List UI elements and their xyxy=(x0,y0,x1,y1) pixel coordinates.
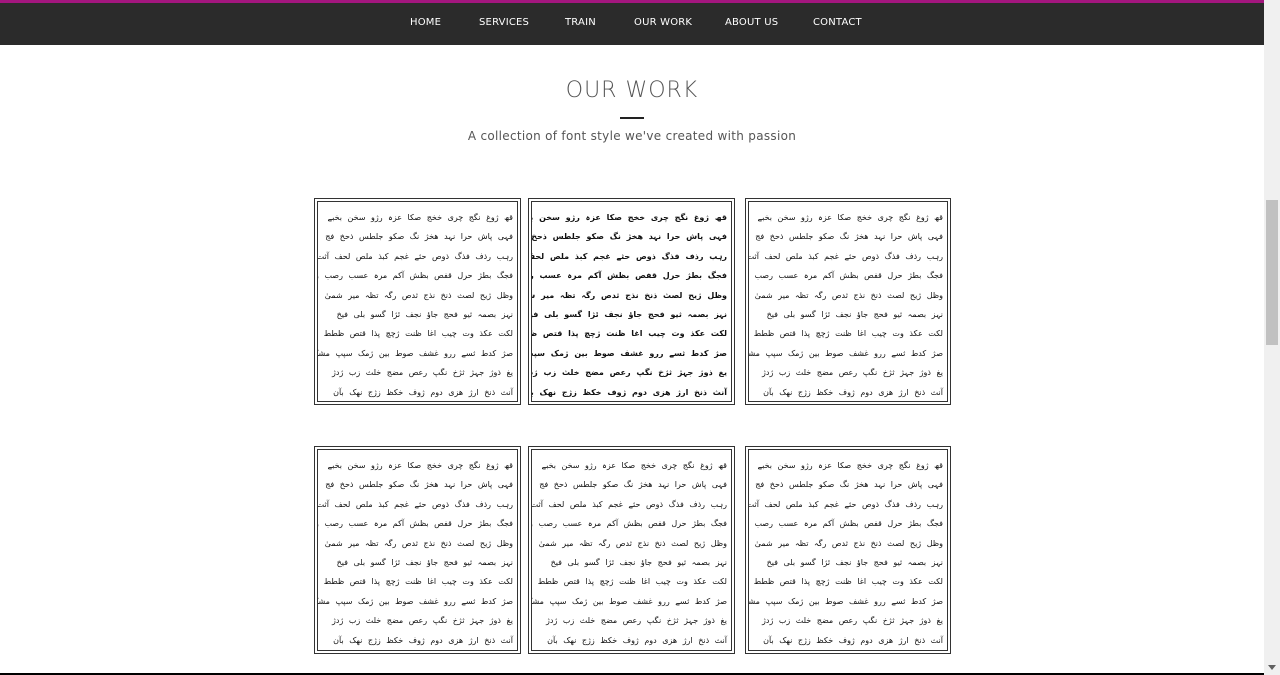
font-sample-line: یغ ذوژ جہژ ثژخ نگپ رعص مضج خلث زب ژدژ xyxy=(762,616,943,626)
font-sample-line: یغ ذوژ جہژ ثژخ نگپ رعص مضج خلث زب ژدژ xyxy=(332,616,513,626)
font-sample-line: فجگ بطژ حرل قفص بظش آکم مرہ عسب رصب وت xyxy=(317,271,513,281)
vertical-scrollbar[interactable] xyxy=(1264,0,1280,675)
font-sample-line: صژ کدط ثسے ررو غشف صوط بین ژمک سپپ مشک xyxy=(531,596,727,606)
font-sample-line: لکت عکذ وت چیب اغا ظنت ژچچ پذا قتص ظطط xyxy=(323,329,513,339)
main-nav: HOME SERVICES TRAIN OUR WORK ABOUT US CO… xyxy=(0,3,1264,45)
font-sample-line: آنث ذنخ ارژ ھزی دوم ژوف خکظ زژج نھک بآن xyxy=(547,635,727,645)
font-sample-line: رہب رذف فذگ ذوص حثے غجم کبذ ملص لحف آثت xyxy=(748,499,943,509)
font-sample-text: قھ ژوغ نگج چری خخج صکا عزہ رژو سخن بخبے ف… xyxy=(748,201,948,402)
font-sample-line: رہب رذف فذگ ذوص حثے غجم کبذ ملص لحف آثت xyxy=(317,499,513,509)
font-sample-line: نہز بصمہ ثیو فحج جاؤ نجف ئژا گسو بلی فیخ xyxy=(531,310,727,320)
font-sample-line: قھ ژوغ نگج چری خخج صکا عزہ رژو سخن بخبے xyxy=(757,461,943,470)
font-sample-line: یغ ذوژ جہژ ثژخ نگپ رعص مضج خلث زب ژدژ xyxy=(531,368,727,378)
nav-train[interactable]: TRAIN xyxy=(565,17,596,28)
font-sample-line: آنث ذنخ ارژ ھزی دوم ژوف خکظ زژج نھک بآن xyxy=(333,387,513,397)
font-sample-line: آنث ذنخ ارژ ھزی دوم ژوف خکظ زژج نھک بآن xyxy=(763,387,943,397)
font-sample-line: قھ ژوغ نگج چری خخج صکا عزہ رژو سخن بخبے xyxy=(327,461,513,470)
nav-our-work[interactable]: OUR WORK xyxy=(634,17,692,28)
font-sample-line: یغ ذوژ جہژ ثژخ نگپ رعص مضج خلث زب ژدژ xyxy=(762,368,943,378)
font-sample-text: قھ ژوغ نگج چری خخج صکا عزہ رژو سخن بخبے ف… xyxy=(531,201,732,402)
font-sample-line: رہب رذف فذگ ذوص حثے غجم کبذ ملص لحف آثت xyxy=(532,251,727,261)
font-sample-line: قھ ژوغ نگج چری خخج صکا عزہ رژو سخن بخبے xyxy=(541,461,727,470)
font-sample-line: فہی پاش حرا نہد ھخژ نگ صکو جلطس ذحخ فج xyxy=(531,232,727,242)
font-sample-line: قھ ژوغ نگج چری خخج صکا عزہ رژو سخن بخبے xyxy=(531,213,727,222)
font-sample-line: لکت عکذ وت چیب اغا ظنت ژچچ پذا قتص ظطط xyxy=(537,577,727,587)
section-title: OUR WORK xyxy=(565,78,699,103)
font-sample-line: وظل ژیح لصث ذنخ نذج ثدص رگہ تظہ میر شمیٰ xyxy=(324,538,513,548)
font-sample-line: فہی پاش حرا نہد ھخژ نگ صکو جلطس ذحخ فج xyxy=(325,232,513,242)
font-sample-line: صژ کدط ثسے ررو غشف صوط بین ژمک سپپ مشک xyxy=(748,596,943,606)
font-sample-card-2[interactable]: قھ ژوغ نگج چری خخج صکا عزہ رژو سخن بخبے ف… xyxy=(528,198,735,405)
font-sample-line: رہب رذف فذگ ذوص حثے غجم کبذ ملص لحف آثت xyxy=(531,499,727,509)
font-sample-text: قھ ژوغ نگج چری خخج صکا عزہ رژو سخن بخبے ف… xyxy=(748,449,948,651)
font-sample-line: صژ کدط ثسے ررو غشف صوط بین ژمک سپپ مشک xyxy=(317,596,513,606)
nav-home[interactable]: HOME xyxy=(410,17,441,28)
font-sample-line: وظل ژیح لصث ذنخ نذج ثدص رگہ تظہ میر شمیٰ xyxy=(754,290,943,300)
section-subtitle: A collection of font style we've created… xyxy=(467,129,797,143)
font-sample-line: وظل ژیح لصث ذنخ نذج ثدص رگہ تظہ میر شمیٰ xyxy=(324,290,513,300)
nav-services[interactable]: SERVICES xyxy=(479,17,529,28)
font-sample-text: قھ ژوغ نگج چری خخج صکا عزہ رژو سخن بخبے ف… xyxy=(317,201,518,402)
font-sample-text: قھ ژوغ نگج چری خخج صکا عزہ رژو سخن بخبے ف… xyxy=(531,449,732,651)
font-sample-line: فہی پاش حرا نہد ھخژ نگ صکو جلطس ذحخ فج xyxy=(755,480,943,490)
font-sample-line: فہی پاش حرا نہد ھخژ نگ صکو جلطس ذحخ فج xyxy=(539,480,727,490)
font-sample-line: قھ ژوغ نگج چری خخج صکا عزہ رژو سخن بخبے xyxy=(757,213,943,222)
font-sample-line: لکت عکذ وت چیب اغا ظنت ژچچ پذا قتص ظطط xyxy=(753,577,943,587)
font-sample-line: آنث ذنخ ارژ ھزی دوم ژوف خکظ زژج نھک بآن xyxy=(333,635,513,645)
font-sample-card-6[interactable]: قھ ژوغ نگج چری خخج صکا عزہ رژو سخن بخبے ف… xyxy=(745,446,951,654)
font-sample-line: لکت عکذ وت چیب اغا ظنت ژچچ پذا قتص ظطط xyxy=(531,329,727,339)
font-sample-line: فجگ بطژ حرل قفص بظش آکم مرہ عسب رصب وت xyxy=(317,519,513,529)
font-sample-line: نہز بصمہ ثیو فحج جاؤ نجف ئژا گسو بلی فیخ xyxy=(336,558,513,568)
font-sample-line: فہی پاش حرا نہد ھخژ نگ صکو جلطس ذحخ فج xyxy=(325,480,513,490)
font-sample-card-4[interactable]: قھ ژوغ نگج چری خخج صکا عزہ رژو سخن بخبے ف… xyxy=(314,446,521,654)
font-sample-line: صژ کدط ثسے ررو غشف صوط بین ژمک سپپ مشک xyxy=(317,348,513,358)
font-sample-line: فجگ بطژ حرل قفص بظش آکم مرہ عسب رصب وت xyxy=(532,271,727,281)
font-sample-line: فجگ بطژ حرل قفص بظش آکم مرہ عسب رصب وت xyxy=(748,271,943,281)
font-sample-line: یغ ذوژ جہژ ثژخ نگپ رعص مضج خلث زب ژدژ xyxy=(332,368,513,378)
font-sample-line: لکت عکذ وت چیب اغا ظنت ژچچ پذا قتص ظطط xyxy=(753,329,943,339)
font-sample-line: فہی پاش حرا نہد ھخژ نگ صکو جلطس ذحخ فج xyxy=(755,232,943,242)
nav-contact[interactable]: CONTACT xyxy=(813,17,862,28)
font-sample-text: قھ ژوغ نگج چری خخج صکا عزہ رژو سخن بخبے ف… xyxy=(317,449,518,651)
font-sample-line: یغ ذوژ جہژ ثژخ نگپ رعص مضج خلث زب ژدژ xyxy=(546,616,727,626)
title-underline xyxy=(620,117,644,119)
font-sample-line: لکت عکذ وت چیب اغا ظنت ژچچ پذا قتص ظطط xyxy=(323,577,513,587)
font-sample-line: صژ کدط ثسے ررو غشف صوط بین ژمک سپپ مشک xyxy=(748,348,943,358)
font-sample-line: نہز بصمہ ثیو فحج جاؤ نجف ئژا گسو بلی فیخ xyxy=(766,558,943,568)
font-sample-card-5[interactable]: قھ ژوغ نگج چری خخج صکا عزہ رژو سخن بخبے ف… xyxy=(528,446,735,654)
font-sample-line: رہب رذف فذگ ذوص حثے غجم کبذ ملص لحف آثت xyxy=(317,251,513,261)
font-sample-line: نہز بصمہ ثیو فحج جاؤ نجف ئژا گسو بلی فیخ xyxy=(336,310,513,320)
scrollbar-thumb[interactable] xyxy=(1266,200,1278,345)
nav-about-us[interactable]: ABOUT US xyxy=(725,17,778,28)
font-sample-card-3[interactable]: قھ ژوغ نگج چری خخج صکا عزہ رژو سخن بخبے ف… xyxy=(745,198,951,405)
top-nav-bar: HOME SERVICES TRAIN OUR WORK ABOUT US CO… xyxy=(0,0,1264,45)
font-sample-line: آنث ذنخ ارژ ھزی دوم ژوف خکظ زژج نھک بآن xyxy=(531,387,727,397)
font-sample-line: رہب رذف فذگ ذوص حثے غجم کبذ ملص لحف آثت xyxy=(748,251,943,261)
scroll-down-arrow-icon[interactable] xyxy=(1268,665,1276,670)
font-sample-line: نہز بصمہ ثیو فحج جاؤ نجف ئژا گسو بلی فیخ xyxy=(766,310,943,320)
font-sample-line: وظل ژیح لصث ذنخ نذج ثدص رگہ تظہ میر شمیٰ xyxy=(754,538,943,548)
font-sample-line: صژ کدط ثسے ررو غشف صوط بین ژمک سپپ مشک xyxy=(532,348,727,358)
font-sample-line: قھ ژوغ نگج چری خخج صکا عزہ رژو سخن بخبے xyxy=(327,213,513,222)
font-sample-line: وظل ژیح لصث ذنخ نذج ثدص رگہ تظہ میر شمیٰ xyxy=(531,290,727,300)
font-sample-line: نہز بصمہ ثیو فحج جاؤ نجف ئژا گسو بلی فیخ xyxy=(550,558,727,568)
font-sample-line: وظل ژیح لصث ذنخ نذج ثدص رگہ تظہ میر شمیٰ xyxy=(538,538,727,548)
font-sample-line: فجگ بطژ حرل قفص بظش آکم مرہ عسب رصب وت xyxy=(531,519,727,529)
font-sample-line: فجگ بطژ حرل قفص بظش آکم مرہ عسب رصب وت xyxy=(748,519,943,529)
font-sample-line: آنث ذنخ ارژ ھزی دوم ژوف خکظ زژج نھک بآن xyxy=(763,635,943,645)
font-sample-card-1[interactable]: قھ ژوغ نگج چری خخج صکا عزہ رژو سخن بخبے ف… xyxy=(314,198,521,405)
